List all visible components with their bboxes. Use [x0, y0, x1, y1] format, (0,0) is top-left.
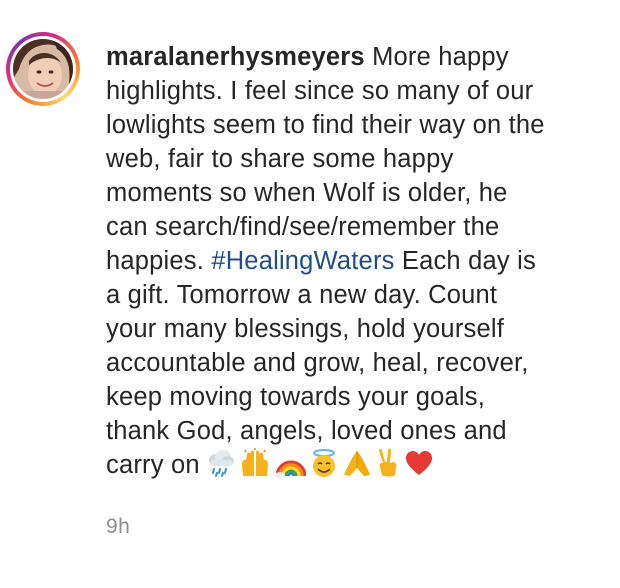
comment-text: happies.	[106, 247, 205, 275]
comment-line: maralanerhysmeyers More happy	[106, 40, 606, 74]
cloud-rain-icon	[208, 450, 234, 478]
comment-line: carry on	[106, 448, 606, 482]
comment-timestamp[interactable]: 9h	[106, 515, 130, 539]
comment-line: keep moving towards your goals,	[106, 383, 485, 411]
comment-text: Each day is	[401, 247, 536, 275]
emoji-row	[206, 448, 434, 479]
comment-text: carry on	[106, 451, 200, 479]
avatar-story-ring[interactable]	[6, 32, 80, 106]
rainbow-icon	[274, 460, 306, 479]
comment-line: lowlights seem to find their way on the	[106, 111, 545, 139]
smiling-face-with-halo-icon	[312, 449, 335, 478]
avatar[interactable]	[13, 39, 73, 99]
avatar-ring-gap	[10, 36, 76, 102]
raising-hands-icon	[241, 448, 268, 477]
comment-line: a gift. Tomorrow a new day. Count	[106, 281, 498, 309]
comment-body: maralanerhysmeyers More happy highlights…	[106, 40, 606, 482]
red-heart-icon	[405, 451, 432, 476]
comment-line: web, fair to share some happy	[106, 145, 454, 173]
comment-line: happies. #HealingWaters Each day is	[106, 244, 606, 278]
hashtag-link[interactable]: #HealingWaters	[211, 247, 394, 275]
comment-line: highlights. I feel since so many of our	[106, 77, 534, 105]
folded-hands-icon	[343, 451, 370, 477]
comment-line: can search/find/see/remember the	[106, 213, 500, 241]
comment-line: thank God, angels, loved ones and	[106, 417, 507, 445]
instagram-comment: maralanerhysmeyers More happy highlights…	[0, 0, 620, 588]
victory-hand-icon	[378, 448, 397, 477]
comment-text: More happy	[372, 43, 509, 71]
comment-line: accountable and grow, heal, recover,	[106, 349, 529, 377]
username-link[interactable]: maralanerhysmeyers	[106, 43, 365, 71]
comment-line: your many blessings, hold yourself	[106, 315, 504, 343]
comment-line: moments so when Wolf is older, he	[106, 179, 508, 207]
